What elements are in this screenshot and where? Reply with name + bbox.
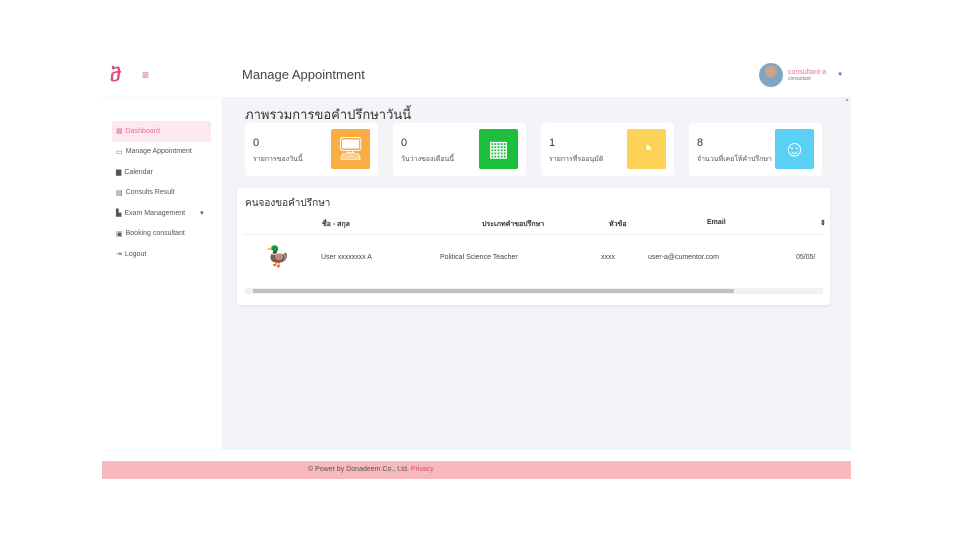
sidebar-item-consults-result[interactable]: ▤ Consults Result — [112, 183, 211, 204]
row-topic: xxxx — [601, 254, 615, 261]
stat-card: 1 รายการที่รออนุมัติ ◔ — [541, 123, 674, 176]
top-header: ⴋ ≡ Manage Appointment consultant-a cons… — [102, 55, 851, 97]
main-content: ภาพรวมการขอคำปรึกษาวันนี้ 0 รายการของวันน… — [223, 97, 851, 450]
stat-value: 0 — [401, 137, 408, 149]
stat-label: วันว่างของเดือนนี้ — [401, 156, 455, 163]
sidebar-item-exam-management[interactable]: ▙ Exam Management ▾ — [112, 203, 211, 224]
stat-icon: ▦ — [479, 129, 518, 169]
user-menu[interactable]: consultant-a consultant ▼ — [759, 63, 843, 87]
overview-title: ภาพรวมการขอคำปรึกษาวันนี้ — [245, 107, 412, 122]
stat-label: รายการที่รออนุมัติ — [549, 156, 604, 163]
sidebar-item-calendar[interactable]: ▆ Calendar — [112, 162, 211, 183]
footer-text: © Power by Donadeem Co., Ltd. — [308, 466, 409, 473]
row-avatar: 🦆 — [265, 246, 290, 268]
privacy-link[interactable]: Privacy — [411, 466, 434, 473]
sidebar-item-dashboard[interactable]: ▦ Dashboard — [112, 121, 211, 142]
vertical-scrollbar[interactable]: ▲ — [843, 97, 851, 450]
avatar — [759, 63, 783, 87]
logo[interactable]: ⴋ — [110, 65, 121, 86]
sidebar: ▦ Dashboard ▭ Manage Appointment ▆ Calendar ▤ C… — [102, 97, 222, 450]
menu-toggle-icon[interactable]: ≡ — [142, 68, 149, 82]
nav-icon: ▤ — [116, 189, 123, 197]
user-role: consultant — [788, 75, 811, 82]
user-name: consultant-a — [788, 68, 827, 76]
stat-icon: 🖥 — [331, 129, 370, 169]
bookings-title: คนจองขอคำปรึกษา — [245, 198, 331, 209]
stat-icon: ◔ — [627, 129, 666, 169]
stat-icon: ☺ — [775, 129, 814, 169]
stat-card: 0 วันว่างของเดือนนี้ ▦ — [393, 123, 526, 176]
row-date: 05/05/ — [796, 254, 816, 261]
bookings-panel: คนจองขอคำปรึกษา ชื่อ - สกุล ประเภทคำขอปร… — [237, 188, 830, 305]
header-email[interactable]: Email — [707, 219, 726, 226]
sidebar-item-label: Calendar — [124, 168, 153, 176]
stat-value: 8 — [697, 137, 704, 149]
header-type[interactable]: ประเภทคำขอปรึกษา — [482, 219, 544, 230]
nav-icon: ▣ — [116, 230, 123, 238]
sidebar-item-label: Logout — [124, 250, 147, 258]
row-name: User xxxxxxxx A — [321, 254, 372, 261]
header-topic[interactable]: หัวข้อ — [609, 219, 627, 230]
sidebar-item-manage-appointment[interactable]: ▭ Manage Appointment — [112, 142, 211, 163]
sort-icon[interactable]: ⇕ — [820, 219, 826, 227]
sidebar-item-booking-consultant[interactable]: ▣ Booking consultant — [112, 224, 211, 245]
stat-card: 8 จำนวนที่เคยให้คำปรึกษา ☺ — [689, 123, 822, 176]
horizontal-scrollbar[interactable] — [245, 288, 823, 294]
sidebar-item-label: Consults Result — [125, 189, 175, 197]
sidebar-item-label: Exam Management — [124, 209, 186, 217]
sidebar-item-logout[interactable]: ⇥ Logout — [112, 244, 211, 265]
row-type: Political Science Teacher — [440, 254, 518, 261]
footer: © Power by Donadeem Co., Ltd. Privacy — [102, 461, 851, 479]
stat-value: 0 — [253, 137, 260, 149]
sidebar-item-label: Booking consultant — [125, 230, 185, 238]
scrollbar-thumb[interactable] — [253, 289, 734, 293]
nav-icon: ▦ — [116, 128, 123, 136]
nav-icon: ▭ — [116, 148, 123, 156]
stat-label: รายการของวันนี้ — [253, 156, 303, 163]
stat-value: 1 — [549, 137, 556, 149]
nav-icon: ▆ — [116, 169, 122, 177]
nav-icon: ⇥ — [116, 251, 122, 259]
stat-label: จำนวนที่เคยให้คำปรึกษา — [697, 156, 772, 163]
sidebar-item-label: Dashboard — [125, 127, 160, 135]
app: ⴋ ≡ Manage Appointment consultant-a cons… — [102, 55, 851, 479]
row-email: user-a@cumentor.com — [648, 254, 719, 261]
sidebar-item-label: Manage Appointment — [125, 148, 192, 156]
nav-icon: ▙ — [116, 210, 122, 218]
chevron-down-icon: ▾ — [200, 210, 204, 218]
stat-card: 0 รายการของวันนี้ 🖥 — [245, 123, 378, 176]
chevron-down-icon[interactable]: ▼ — [837, 72, 843, 78]
header-name[interactable]: ชื่อ - สกุล — [322, 219, 350, 230]
page-title: Manage Appointment — [242, 67, 365, 82]
divider — [243, 234, 824, 235]
